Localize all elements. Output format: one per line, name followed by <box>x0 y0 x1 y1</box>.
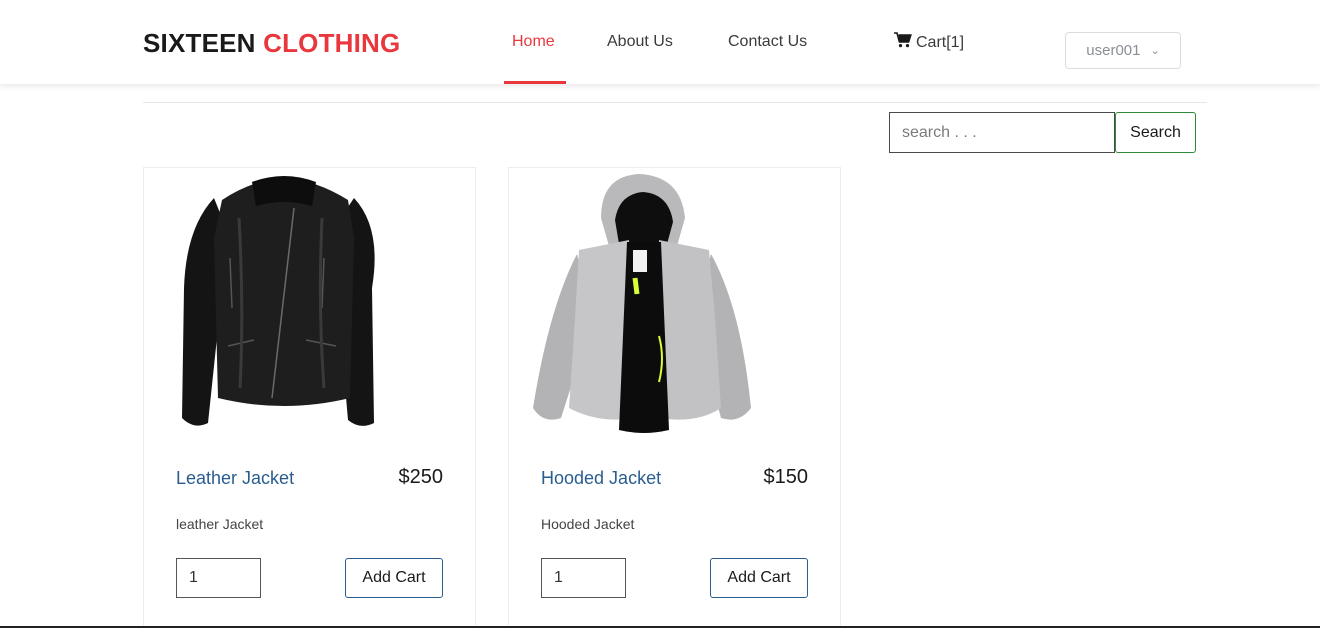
brand-logo[interactable]: SIXTEEN CLOTHING <box>143 28 400 59</box>
content-divider <box>143 102 1207 103</box>
search-button[interactable]: Search <box>1115 112 1196 153</box>
shopping-cart-icon <box>894 32 912 53</box>
add-cart-button[interactable]: Add Cart <box>345 558 443 598</box>
navbar: SIXTEEN CLOTHING Home About Us Contact U… <box>0 0 1320 84</box>
product-image-hooded-jacket[interactable] <box>509 168 840 438</box>
quantity-input[interactable] <box>541 558 626 598</box>
user-dropdown[interactable]: user001 ⌄ <box>1065 32 1181 69</box>
nav-cart-link[interactable]: Cart[1] <box>894 32 964 53</box>
product-image-leather-jacket[interactable] <box>144 168 475 438</box>
product-description: leather Jacket <box>176 516 264 532</box>
chevron-down-icon: ⌄ <box>1150 45 1160 57</box>
brand-name-part2: CLOTHING <box>263 28 401 58</box>
user-name: user001 <box>1086 42 1141 59</box>
nav-home-link[interactable]: Home <box>512 33 555 51</box>
product-name[interactable]: Hooded Jacket <box>541 468 661 489</box>
product-name[interactable]: Leather Jacket <box>176 468 294 489</box>
product-price: $250 <box>398 466 444 488</box>
nav-about-link[interactable]: About Us <box>607 33 673 51</box>
search-input[interactable] <box>889 112 1115 153</box>
cart-label: Cart[1] <box>916 33 965 51</box>
add-cart-button[interactable]: Add Cart <box>710 558 808 598</box>
quantity-input[interactable] <box>176 558 261 598</box>
product-card: Hooded Jacket $150 Hooded Jacket Add Car… <box>508 167 841 628</box>
brand-name-part1: SIXTEEN <box>143 28 256 58</box>
product-price: $150 <box>763 466 809 488</box>
nav-contact-link[interactable]: Contact Us <box>728 33 807 51</box>
product-card: Leather Jacket $250 leather Jacket Add C… <box>143 167 476 628</box>
active-nav-indicator <box>504 81 566 84</box>
product-description: Hooded Jacket <box>541 516 635 532</box>
